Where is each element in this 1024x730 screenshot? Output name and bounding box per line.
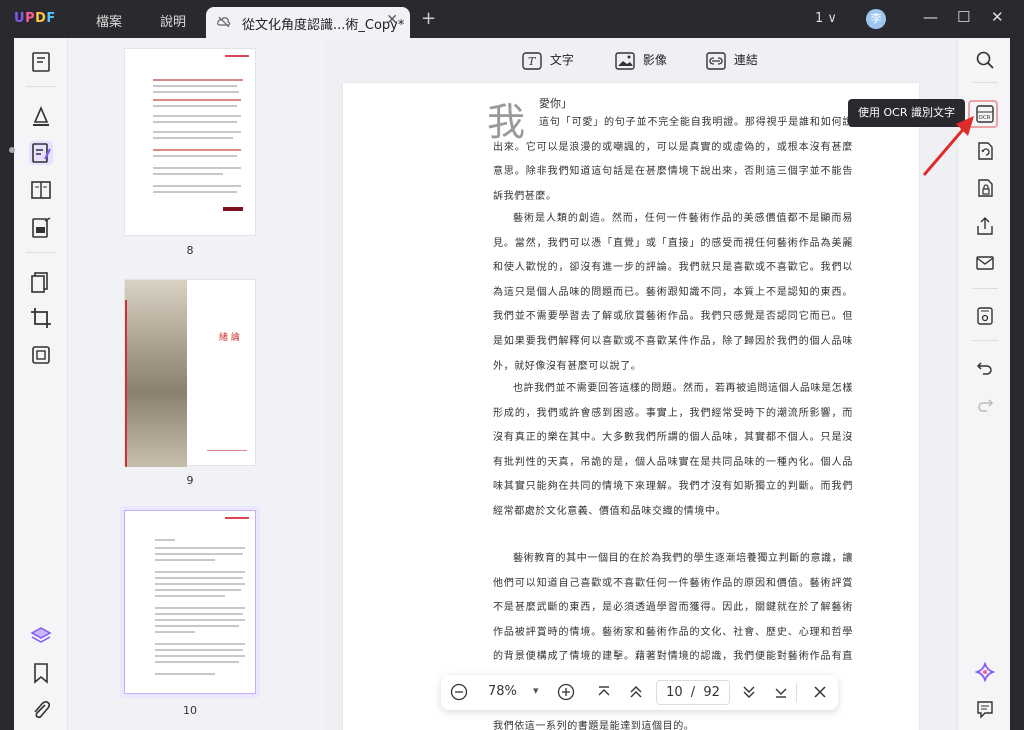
- layers-icon[interactable]: [29, 624, 53, 648]
- total-pages: 92: [703, 685, 720, 700]
- red-arrow-annotation: [922, 116, 974, 176]
- previous-page-icon[interactable]: [627, 683, 645, 701]
- comment-list-icon[interactable]: [975, 699, 995, 719]
- add-text-button[interactable]: T 文字: [522, 51, 574, 71]
- first-page-icon[interactable]: [595, 683, 613, 701]
- paragraph-text: 愛你」: [539, 97, 572, 110]
- thumbnail-page-9[interactable]: 緒 論: [124, 279, 256, 467]
- convert-pdf-icon[interactable]: [975, 141, 995, 161]
- tools-icon[interactable]: [29, 343, 53, 367]
- add-text-label: 文字: [549, 53, 574, 67]
- text-box-icon: T: [522, 51, 542, 70]
- page-separator: /: [690, 685, 696, 700]
- organize-pages-icon[interactable]: [29, 270, 53, 294]
- landscape-painting: [125, 280, 187, 467]
- page-layout-icon[interactable]: [29, 178, 53, 202]
- link-icon: [706, 51, 726, 70]
- reader-icon[interactable]: [29, 50, 53, 74]
- zoom-level[interactable]: 78%: [488, 684, 517, 699]
- left-toolbar: [14, 38, 68, 730]
- paragraph-text: 藝術是人類的創造。然而，任何一件藝術作品的美感價值都不是顯而易見。當然，我們可以…: [493, 213, 853, 372]
- tab-close-button[interactable]: ✕: [386, 12, 398, 28]
- crop-icon[interactable]: [29, 306, 53, 330]
- add-image-label: 影像: [642, 53, 667, 67]
- zoom-in-icon[interactable]: [557, 683, 575, 701]
- thumbnail-page-number: 8: [186, 244, 194, 257]
- add-image-button[interactable]: 影像: [615, 51, 667, 71]
- comment-icon[interactable]: [29, 104, 53, 128]
- menu-help[interactable]: 說明: [160, 11, 186, 30]
- ai-assistant-icon[interactable]: [975, 662, 995, 682]
- close-window-button[interactable]: ✕: [991, 8, 1004, 26]
- menu-file[interactable]: 檔案: [96, 11, 122, 30]
- last-page-icon[interactable]: [772, 683, 790, 701]
- title-bar: UPDF 檔案 說明 從文化角度認識...術_Copy* ✕ + 1 ∨ 李 —…: [0, 0, 1024, 38]
- zoom-out-icon[interactable]: [450, 683, 468, 701]
- thumbnail-page-8[interactable]: [124, 48, 256, 236]
- undo-icon[interactable]: [975, 358, 995, 378]
- image-icon: [615, 51, 635, 70]
- page-navigation-bar: 78% ▾ 10 / 92: [441, 675, 838, 710]
- form-icon[interactable]: [29, 216, 53, 240]
- bookmark-icon[interactable]: [29, 661, 53, 685]
- maximize-button[interactable]: ☐: [957, 8, 970, 26]
- protect-pdf-icon[interactable]: [975, 178, 995, 198]
- pdf-page[interactable]: 我 愛你」 這句「可愛」的句子並不完全能自我明證。那得視乎是誰和如何說出來。它可…: [343, 83, 919, 730]
- save-icon[interactable]: [975, 306, 995, 326]
- document-view: T 文字 影像 連結 我 愛你」 這句「可愛」的句子並不完全能自我明證。那得視乎…: [324, 38, 957, 730]
- tab-title: 從文化角度認識...術_Copy*: [242, 18, 405, 33]
- panel-indicator-dot: [9, 147, 15, 153]
- avatar[interactable]: 李: [866, 9, 886, 29]
- add-link-button[interactable]: 連結: [706, 51, 758, 71]
- page-number-field[interactable]: 10 / 92: [656, 680, 730, 705]
- thumbnail-page-number: 10: [183, 704, 197, 717]
- add-link-label: 連結: [733, 53, 758, 67]
- zoom-dropdown[interactable]: ▾: [533, 684, 539, 697]
- edit-pdf-icon[interactable]: [29, 141, 53, 165]
- thumbnail-panel: 8 緒 論 9 10: [68, 38, 324, 730]
- cloud-off-icon: [217, 16, 231, 28]
- next-page-icon[interactable]: [740, 683, 758, 701]
- updf-logo: UPDF: [14, 11, 56, 26]
- minimize-button[interactable]: —: [923, 8, 938, 26]
- window-page-dropdown[interactable]: 1 ∨: [815, 11, 837, 26]
- search-icon[interactable]: [975, 50, 995, 70]
- attachment-icon[interactable]: [29, 698, 53, 722]
- current-page: 10: [666, 685, 683, 700]
- email-icon[interactable]: [975, 253, 995, 273]
- chapter-heading: 緒 論: [219, 333, 240, 343]
- thumbnail-page-number: 9: [186, 474, 194, 487]
- close-icon[interactable]: [811, 683, 829, 701]
- paragraph-text: 我們依這一系列的書題是能達到這個目的。: [493, 721, 695, 730]
- redo-icon[interactable]: [975, 395, 995, 415]
- paragraph-text: 這句「可愛」的句子並不完全能自我明證。那得視乎是誰和如何說出來。它可以是浪漫的或…: [493, 117, 853, 202]
- share-icon[interactable]: [975, 216, 995, 236]
- svg-text:T: T: [528, 55, 537, 68]
- document-tab[interactable]: 從文化角度認識...術_Copy* ✕: [206, 7, 410, 38]
- thumbnail-page-10[interactable]: [124, 510, 256, 694]
- paragraph-text: 藝術教育的其中一個目的在於為我們的學生逐漸培養獨立判斷的意識，讓他們可以知道自己…: [493, 553, 853, 687]
- new-tab-button[interactable]: +: [421, 8, 436, 29]
- paragraph-text: 也許我們並不需要回答這樣的問題。然而，若再被追問這個人品味是怎樣形成的，我們或許…: [493, 383, 853, 517]
